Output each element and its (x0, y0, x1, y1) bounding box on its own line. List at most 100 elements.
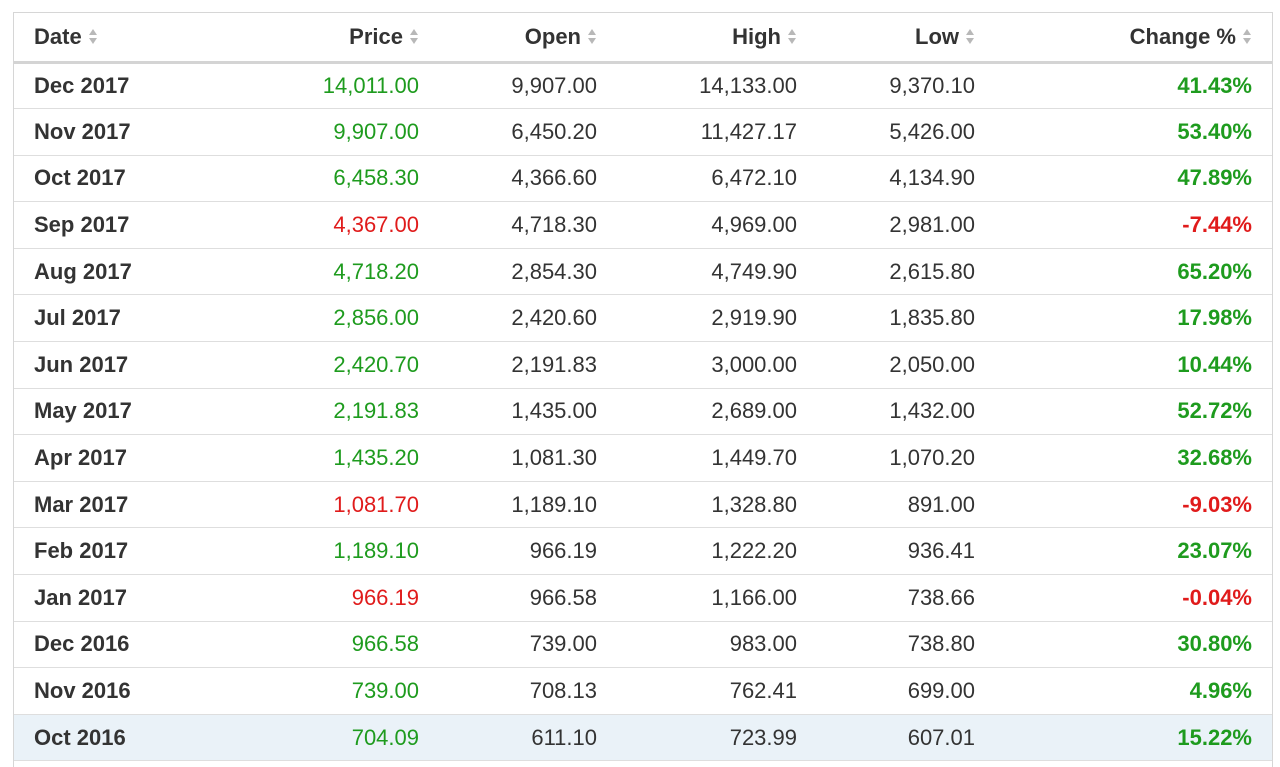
cell-low: 1,835.80 (817, 294, 995, 343)
cell-price: 1,189.10 (254, 527, 439, 576)
cell-high: 723.99 (617, 714, 817, 762)
cell-change: 15.22% (995, 714, 1272, 762)
table-row[interactable]: Jan 2017 966.19 966.58 1,166.00 738.66 -0.04% (14, 574, 1272, 622)
historical-data-table: Date Price Open High Low Change % Dec 2017 14,… (14, 13, 1272, 762)
cell-date: Jul 2017 (14, 294, 254, 343)
cell-date: Jan 2017 (14, 574, 254, 622)
cell-open: 2,420.60 (439, 294, 617, 343)
cell-low: 936.41 (817, 527, 995, 576)
cell-date: Mar 2017 (14, 481, 254, 529)
cell-change: 17.98% (995, 294, 1272, 343)
cell-price: 1,081.70 (254, 481, 439, 529)
cell-change: 4.96% (995, 667, 1272, 715)
cell-low: 5,426.00 (817, 108, 995, 156)
cell-high: 11,427.17 (617, 108, 817, 156)
cell-high: 762.41 (617, 667, 817, 715)
cell-price: 2,420.70 (254, 341, 439, 389)
cell-low: 699.00 (817, 667, 995, 715)
table-row[interactable]: Aug 2017 4,718.20 2,854.30 4,749.90 2,615.80… (14, 248, 1272, 296)
cell-open: 611.10 (439, 714, 617, 762)
cell-date: Oct 2016 (14, 714, 254, 762)
table-row[interactable]: May 2017 2,191.83 1,435.00 2,689.00 1,432.00… (14, 388, 1272, 436)
cell-low: 607.01 (817, 714, 995, 762)
cell-change: -7.44% (995, 201, 1272, 249)
cell-low: 1,432.00 (817, 388, 995, 436)
column-header-price[interactable]: Price (254, 13, 439, 64)
table-row[interactable]: Oct 2017 6,458.30 4,366.60 6,472.10 4,134.90… (14, 155, 1272, 203)
cell-date: Apr 2017 (14, 434, 254, 482)
cell-price: 4,367.00 (254, 201, 439, 249)
cell-low: 2,615.80 (817, 248, 995, 296)
cell-low: 4,134.90 (817, 155, 995, 203)
cell-high: 1,328.80 (617, 481, 817, 529)
column-header-date[interactable]: Date (14, 13, 254, 64)
table-row[interactable]: Mar 2017 1,081.70 1,189.10 1,328.80 891.00 -9… (14, 481, 1272, 529)
cell-price: 14,011.00 (254, 62, 439, 110)
sort-icon[interactable] (965, 27, 975, 45)
column-header-label: High (732, 23, 781, 49)
table-row[interactable]: Jun 2017 2,420.70 2,191.83 3,000.00 2,050.00… (14, 341, 1272, 389)
cell-open: 966.19 (439, 527, 617, 576)
sort-icon[interactable] (409, 27, 419, 45)
sort-icon[interactable] (587, 27, 597, 45)
cell-change: 52.72% (995, 388, 1272, 436)
table-row[interactable]: Sep 2017 4,367.00 4,718.30 4,969.00 2,981.00… (14, 201, 1272, 249)
cell-date: Nov 2017 (14, 108, 254, 156)
cell-open: 2,191.83 (439, 341, 617, 389)
cell-open: 1,189.10 (439, 481, 617, 529)
cell-date: Dec 2017 (14, 62, 254, 110)
historical-data-table-container: Date Price Open High Low Change % Dec 2017 14,… (13, 12, 1273, 767)
table-row[interactable]: Nov 2016 739.00 708.13 762.41 699.00 4.96% (14, 667, 1272, 715)
cell-high: 1,449.70 (617, 434, 817, 482)
cell-price: 966.58 (254, 621, 439, 669)
cell-open: 739.00 (439, 621, 617, 669)
cell-change: -0.04% (995, 574, 1272, 622)
table-row[interactable]: Jul 2017 2,856.00 2,420.60 2,919.90 1,835.80… (14, 294, 1272, 343)
cell-high: 1,222.20 (617, 527, 817, 576)
cell-price: 704.09 (254, 714, 439, 762)
column-header-label: Change % (1129, 23, 1236, 49)
column-header-label: Price (349, 23, 403, 49)
cell-price: 739.00 (254, 667, 439, 715)
cell-open: 2,854.30 (439, 248, 617, 296)
column-header-low[interactable]: Low (817, 13, 995, 64)
cell-date: May 2017 (14, 388, 254, 436)
cell-open: 966.58 (439, 574, 617, 622)
cell-open: 9,907.00 (439, 62, 617, 110)
cell-date: Dec 2016 (14, 621, 254, 669)
table-header: Date Price Open High Low Change % (14, 13, 1272, 64)
column-header-change[interactable]: Change % (995, 13, 1272, 64)
table-row[interactable]: Dec 2017 14,011.00 9,907.00 14,133.00 9,370.… (14, 62, 1272, 110)
cell-date: Oct 2017 (14, 155, 254, 203)
table-row[interactable]: Nov 2017 9,907.00 6,450.20 11,427.17 5,426.0… (14, 108, 1272, 156)
cell-high: 983.00 (617, 621, 817, 669)
cell-high: 4,969.00 (617, 201, 817, 249)
cell-low: 2,981.00 (817, 201, 995, 249)
sort-icon[interactable] (88, 27, 98, 45)
column-header-open[interactable]: Open (439, 13, 617, 64)
cell-price: 2,856.00 (254, 294, 439, 343)
cell-open: 4,366.60 (439, 155, 617, 203)
table-row[interactable]: Dec 2016 966.58 739.00 983.00 738.80 30.80% (14, 621, 1272, 669)
cell-date: Jun 2017 (14, 341, 254, 389)
cell-low: 9,370.10 (817, 62, 995, 110)
table-row[interactable]: Apr 2017 1,435.20 1,081.30 1,449.70 1,070.20… (14, 434, 1272, 482)
cell-high: 2,919.90 (617, 294, 817, 343)
column-header-high[interactable]: High (617, 13, 817, 64)
cell-change: 30.80% (995, 621, 1272, 669)
column-header-label: Date (34, 23, 82, 49)
cell-price: 4,718.20 (254, 248, 439, 296)
cell-high: 1,166.00 (617, 574, 817, 622)
cell-high: 3,000.00 (617, 341, 817, 389)
cell-change: 53.40% (995, 108, 1272, 156)
table-header-row: Date Price Open High Low Change % (14, 13, 1272, 64)
cell-price: 9,907.00 (254, 108, 439, 156)
sort-icon[interactable] (1242, 27, 1252, 45)
sort-icon[interactable] (787, 27, 797, 45)
cell-low: 891.00 (817, 481, 995, 529)
table-row[interactable]: Oct 2016 704.09 611.10 723.99 607.01 15.22% (14, 714, 1272, 762)
cell-price: 2,191.83 (254, 388, 439, 436)
column-header-label: Low (915, 23, 959, 49)
table-row[interactable]: Feb 2017 1,189.10 966.19 1,222.20 936.41 23.0… (14, 527, 1272, 576)
cell-high: 4,749.90 (617, 248, 817, 296)
